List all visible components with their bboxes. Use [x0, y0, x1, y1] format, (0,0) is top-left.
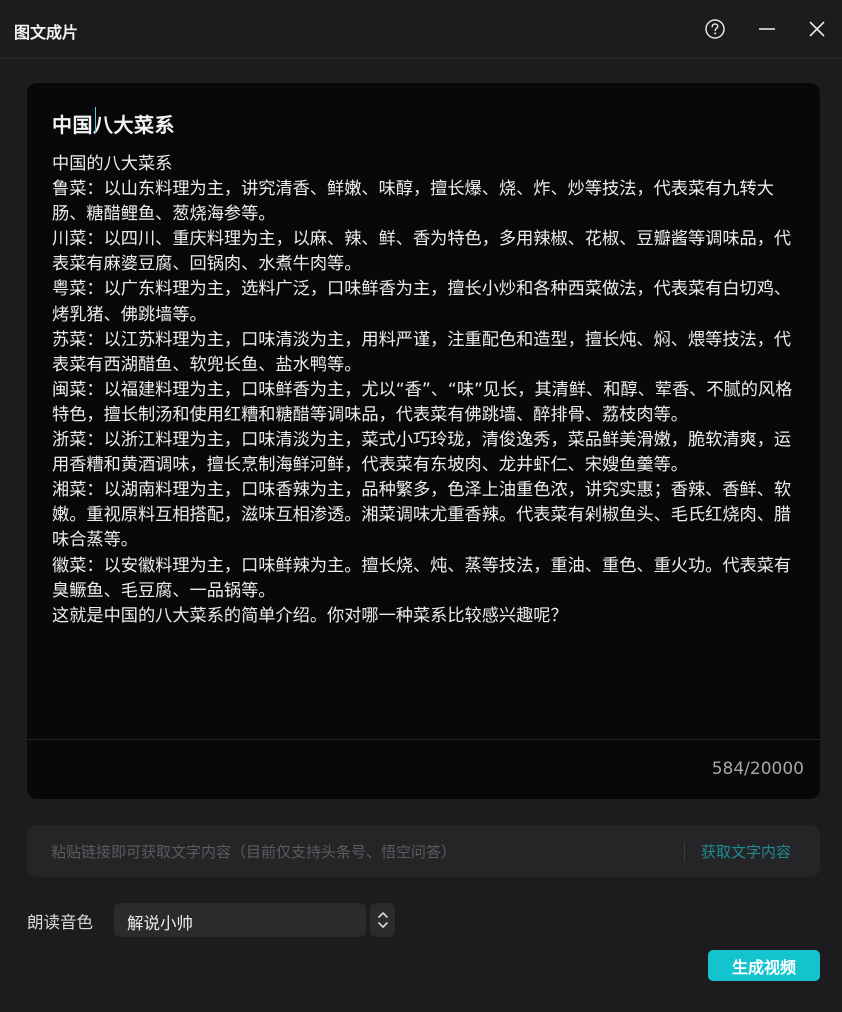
close-button[interactable]: [802, 14, 832, 44]
text-editor[interactable]: 中国八大菜系 中国的八大菜系 鲁菜：以山东料理为主，讲究清香、鲜嫩、味醇，擅长爆…: [27, 83, 820, 799]
help-button[interactable]: [700, 14, 730, 44]
voice-stepper[interactable]: [370, 903, 395, 937]
editor-divider: [27, 739, 820, 740]
voice-select[interactable]: 解说小帅: [114, 903, 366, 937]
window-title: 图文成片: [14, 23, 79, 42]
minimize-icon: [759, 28, 775, 30]
voice-label: 朗读音色: [27, 913, 93, 932]
character-count: 584/20000: [711, 759, 804, 779]
fetch-text-button[interactable]: 获取文字内容: [701, 841, 791, 862]
close-icon: [809, 21, 825, 37]
chevron-up-down-icon: [377, 912, 388, 928]
editor-line: 湘菜：以湖南料理为主，口味香辣为主，品种繁多，色泽上油重色浓，讲究实惠；香辣、香…: [52, 480, 792, 551]
editor-body[interactable]: 中国的八大菜系 鲁菜：以山东料理为主，讲究清香、鲜嫩、味醇，擅长爆、烧、炸、炒等…: [52, 152, 794, 629]
editor-line: 闽菜：以福建料理为主，口味鲜香为主，尤以“香”、“味”见长，其清鲜、和醇、荤香、…: [52, 379, 793, 425]
editor-line: 粤菜：以广东料理为主，选料广泛，口味鲜香为主，擅长小炒和各种西菜做法，代表菜有白…: [52, 279, 792, 325]
help-circle-icon: [705, 19, 725, 39]
minimize-button[interactable]: [752, 14, 782, 44]
editor-line: 川菜：以四川、重庆料理为主，以麻、辣、鲜、香为特色，多用辣椒、花椒、豆瓣酱等调味…: [52, 229, 792, 275]
editor-line: 徽菜：以安徽料理为主，口味鲜辣为主。擅长烧、炖、蒸等技法，重油、重色、重火功。代…: [52, 555, 792, 601]
editor-line: 这就是中国的八大菜系的简单介绍。你对哪一种菜系比较感兴趣呢？: [52, 605, 568, 626]
editor-line: 浙菜：以浙江料理为主，口味清淡为主，菜式小巧玲珑，清俊逸秀，菜品鲜美滑嫩，脆软清…: [52, 430, 792, 476]
editor-line: 中国的八大菜系: [52, 154, 173, 174]
editor-line: 鲁菜：以山东料理为主，讲究清香、鲜嫩、味醇，擅长爆、烧、炸、炒等技法，代表菜有九…: [52, 179, 774, 225]
dialog-window: 图文成片 中国八大菜系 中国的八大菜系 鲁菜：以山东料理为主，讲究清香、鲜嫩、味…: [0, 0, 842, 1012]
generate-video-button[interactable]: 生成视频: [708, 950, 820, 981]
editor-line: 苏菜：以江苏料理为主，口味清淡为主，用料严谨，注重配色和造型，擅长炖、焖、煨等技…: [52, 329, 792, 375]
text-caret: [95, 107, 96, 133]
link-separator: [684, 842, 685, 862]
title-bar: 图文成片: [0, 0, 842, 59]
voice-selected-value: 解说小帅: [127, 914, 193, 933]
link-input[interactable]: 粘贴链接即可获取文字内容（目前仅支持头条号、悟空问答） 获取文字内容: [27, 825, 820, 877]
link-input-placeholder: 粘贴链接即可获取文字内容（目前仅支持头条号、悟空问答）: [51, 843, 457, 861]
editor-heading[interactable]: 中国八大菜系: [52, 109, 175, 138]
